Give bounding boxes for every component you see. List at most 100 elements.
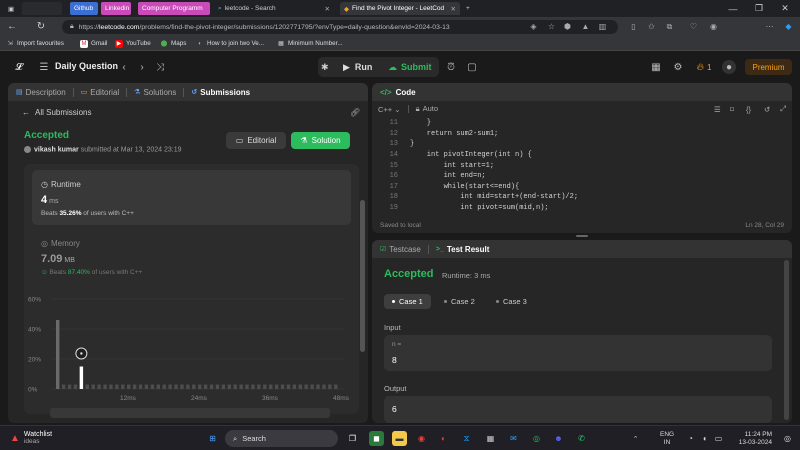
bookmark-maps[interactable]: ⬤ Maps [160, 38, 187, 49]
maximize-icon[interactable]: ❐ [746, 0, 772, 17]
wifi-icon[interactable]: ◔ [683, 431, 698, 446]
premium-button[interactable]: Premium [745, 59, 792, 75]
code-line[interactable]: 18 int mid=start+(end-start)/2; [372, 192, 578, 203]
back-icon[interactable]: ← [5, 20, 19, 33]
shuffle-icon[interactable]: ⤨ [153, 60, 167, 74]
split-screen-icon[interactable]: ▯ [628, 21, 639, 32]
tab-test-result[interactable]: >_ Test Result [436, 245, 490, 254]
code-line[interactable]: 19 int pivot=sum(mid,n); [372, 203, 549, 214]
edge-icon[interactable]: ◎ [529, 431, 544, 446]
reset-icon[interactable]: ↺ [764, 105, 770, 114]
run-button[interactable]: ▶ Run [343, 57, 372, 77]
code-line[interactable]: 16 int end=n; [372, 171, 486, 182]
result-scrollbar[interactable] [784, 260, 789, 420]
streak-counter[interactable]: 🔥︎ 1 [693, 60, 715, 74]
language-indicator[interactable]: ENG IN [660, 431, 674, 447]
fullscreen-icon[interactable]: ⤢ [780, 104, 786, 114]
bookmark-icon[interactable]: ⌑ [730, 105, 734, 114]
collections-icon[interactable]: ⧉ [664, 21, 675, 32]
tab-description[interactable]: ▤ Description [16, 88, 66, 97]
tab-testcase[interactable]: ☑ Testcase [380, 245, 421, 254]
submit-button[interactable]: ☁ Submit [388, 57, 432, 77]
debug-icon[interactable]: ✱ [321, 57, 333, 77]
leetcode-logo-icon[interactable]: 𝓛 [12, 60, 26, 74]
chrome-icon[interactable]: ◉ [414, 431, 429, 446]
battery-icon[interactable]: ▭ [711, 431, 726, 446]
discord-icon[interactable]: ☻ [551, 431, 566, 446]
all-submissions-link[interactable]: ← All Submissions [22, 108, 91, 117]
tab-linkedin[interactable]: Linkedin [101, 2, 131, 15]
editorial-button[interactable]: ▭ Editorial [226, 132, 286, 149]
code-line[interactable]: 17 while(start<=end){ [372, 182, 520, 193]
tab-find-pivot-integer[interactable]: ◆ Find the Pivot Integer - LeetCod ✕ [340, 2, 460, 15]
star-icon[interactable]: ☆ [546, 21, 557, 32]
code-line[interactable]: 12 return sum2-sum1; [372, 129, 499, 140]
page-title[interactable]: Daily Question [55, 61, 118, 71]
tab-computer-programming[interactable]: Computer Programm [138, 2, 210, 15]
minimize-icon[interactable]: — [720, 0, 746, 17]
new-tab-icon[interactable]: + [462, 2, 476, 15]
bookmark-youtube[interactable]: ▶ YouTube [115, 38, 151, 49]
language-select[interactable]: C++ ⌄ [378, 105, 401, 114]
auto-mode-toggle[interactable]: 🔒︎ Auto [416, 104, 438, 114]
runtime-card[interactable]: ◷ Runtime 4 ms Beats 35.26% of users with … [32, 170, 351, 225]
whatsapp-icon[interactable]: ✆ [574, 431, 589, 446]
bookmark-import[interactable]: ⇲ Import favourites [6, 38, 63, 49]
code-line[interactable]: 14 int pivotInteger(int n) { [372, 150, 532, 161]
file-explorer-icon[interactable]: ▬ [392, 431, 407, 446]
app-icon[interactable]: ◼ [369, 431, 384, 446]
link-icon[interactable]: 🔗︎ [350, 108, 360, 117]
settings-gear-icon[interactable]: ⚙ [671, 60, 685, 74]
tab-solutions[interactable]: ⚗ Solutions [134, 88, 176, 97]
resize-handle[interactable] [576, 235, 588, 237]
problem-list-icon[interactable]: ☰ [37, 60, 51, 74]
tab-leetcode-search[interactable]: ⌕ leetcode - Search ✕ [214, 2, 334, 15]
format-icon[interactable]: ☰ [714, 105, 721, 114]
case-tab-1[interactable]: Case 1 [384, 294, 431, 309]
favorites-icon[interactable]: ✩ [646, 21, 657, 32]
taskbar-search[interactable]: ⌕ Search [225, 430, 338, 447]
memory-card[interactable]: ◎ Memory 7.09 MB ☺ Beats 87.40% of users w… [32, 233, 351, 283]
code-editor[interactable]: 11 } 12 return sum2-sum1; 13} 14 int pivotI… [372, 118, 792, 233]
bookmark-join[interactable]: ◐ How to join two Ve... [196, 38, 264, 49]
braces-icon[interactable]: {} [746, 105, 751, 114]
tab-github[interactable]: Github [70, 2, 98, 15]
start-windows-icon[interactable]: ⊞ [205, 431, 220, 446]
code-line[interactable]: 15 int start=1; [372, 160, 494, 171]
refresh-icon[interactable]: ↻ [34, 20, 48, 33]
vscode-icon[interactable]: ⧖ [459, 431, 474, 446]
copilot-icon[interactable]: ◆ [783, 21, 794, 32]
bookmark-gmail[interactable]: M Gmail [80, 38, 107, 49]
volume-icon[interactable]: ◖ [697, 431, 712, 446]
close-tab-icon[interactable]: ✕ [447, 5, 456, 13]
reading-icon[interactable]: ▥ [597, 21, 608, 32]
task-view-icon[interactable]: ❐ [345, 431, 360, 446]
clock[interactable]: 11:24 PM 13-03-2024 [730, 431, 772, 447]
solution-button[interactable]: ⚗ Solution [291, 132, 350, 149]
close-tab-icon[interactable]: ✕ [321, 5, 330, 13]
code-line[interactable]: 13} [372, 139, 415, 150]
tab-submissions[interactable]: ↺ Submissions [191, 88, 250, 97]
left-scrollbar[interactable] [360, 200, 365, 352]
close-window-icon[interactable]: ✕ [772, 0, 798, 17]
notifications-icon[interactable]: ◎ [780, 431, 795, 446]
case-tab-3[interactable]: Case 3 [488, 294, 535, 309]
layout-icon[interactable]: ▦ [649, 60, 663, 74]
show-hidden-icons[interactable]: ⌃ [628, 431, 643, 446]
extension-icon[interactable]: ⬢ [562, 21, 573, 32]
prev-problem-icon[interactable]: ‹ [117, 60, 131, 74]
browser-essentials-icon[interactable]: ♡ [688, 21, 699, 32]
tag-icon[interactable]: ◈ [528, 21, 539, 32]
case-tab-2[interactable]: Case 2 [436, 294, 483, 309]
timer-icon[interactable]: ⏰︎ [444, 60, 458, 74]
weather-widget[interactable]: ▲ Watchlist ideas [10, 431, 52, 445]
mail-icon[interactable]: ✉ [506, 431, 521, 446]
office-icon[interactable]: ◐ [436, 431, 451, 446]
notes-icon[interactable]: ▢ [465, 60, 479, 74]
workspaces-icon[interactable]: ▣ [4, 2, 18, 15]
bookmark-minimum[interactable]: ▦ Minimum Number... [277, 38, 342, 49]
tab-editorial[interactable]: ▭ Editorial [81, 88, 120, 97]
more-menu-icon[interactable]: ⋯ [764, 21, 775, 32]
extension2-icon[interactable]: ▲ [580, 21, 591, 32]
profile-icon[interactable]: ◉ [708, 21, 719, 32]
